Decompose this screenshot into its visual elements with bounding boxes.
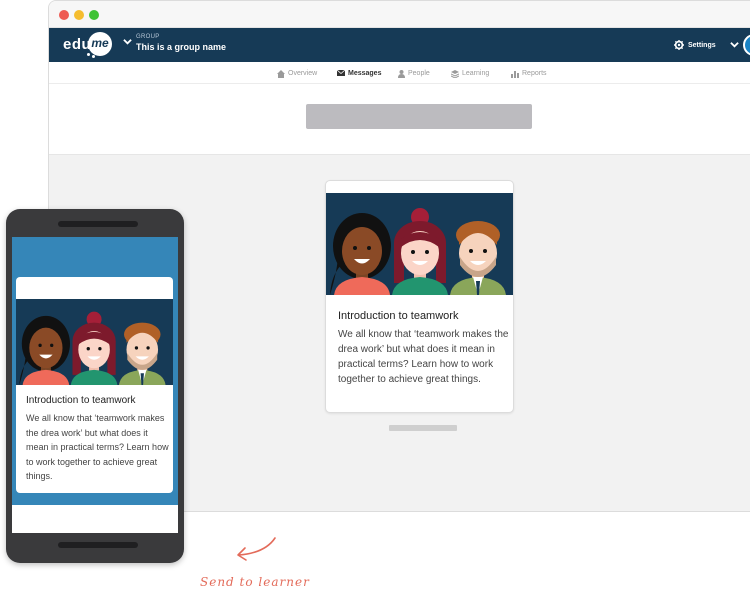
team-illustration [16, 299, 173, 385]
account-chevron-down-icon[interactable] [730, 40, 739, 49]
group-switcher[interactable]: GROUP This is a group name [136, 34, 226, 53]
nav-tabs: Overview Messages People Learning Report… [49, 62, 750, 84]
tab-label: Messages [348, 70, 382, 77]
app-header: edu me GROUP This is a group name Settin… [49, 28, 750, 62]
message-input-placeholder[interactable] [306, 104, 532, 129]
composer-area [49, 84, 750, 155]
phone-screen: Introduction to teamwork We all know tha… [12, 237, 178, 533]
envelope-icon [337, 70, 345, 76]
logo-dots-icon [87, 51, 97, 58]
phone-mockup: Introduction to teamwork We all know tha… [6, 209, 184, 563]
group-chevron-down-icon[interactable] [123, 37, 132, 46]
home-icon [277, 69, 285, 78]
person-icon [398, 69, 405, 78]
tab-label: Learning [462, 70, 490, 77]
tab-overview[interactable]: Overview [277, 68, 317, 79]
mobile-course-card[interactable]: Introduction to teamwork We all know tha… [16, 277, 173, 493]
tab-learning[interactable]: Learning [451, 68, 489, 79]
phone-speaker [58, 221, 138, 227]
send-to-learner-label: Send to learner [200, 575, 310, 589]
stage: edu me GROUP This is a group name Settin… [0, 0, 750, 593]
close-window-button[interactable] [59, 10, 69, 20]
browser-titlebar [49, 1, 750, 28]
gear-icon [674, 40, 684, 50]
settings-label: Settings [688, 41, 716, 49]
settings-button[interactable]: Settings [674, 38, 716, 52]
group-name: This is a group name [136, 42, 227, 52]
minimize-window-button[interactable] [74, 10, 84, 20]
tab-label: People [408, 70, 430, 77]
course-description: We all know that ‘teamwork makes the dre… [338, 329, 509, 385]
stack-icon [451, 69, 459, 78]
tab-label: Reports [522, 70, 547, 77]
tab-label: Overview [288, 70, 318, 77]
maximize-window-button[interactable] [89, 10, 99, 20]
team-illustration [326, 193, 513, 295]
avatar[interactable] [743, 34, 750, 56]
mobile-course-title: Introduction to teamwork [26, 395, 136, 406]
phone-home-bar [58, 542, 138, 548]
app-logo[interactable]: edu me [63, 31, 121, 59]
tab-people[interactable]: People [398, 68, 430, 79]
curved-arrow-icon [237, 537, 276, 561]
course-title: Introduction to teamwork [338, 310, 459, 322]
group-label: GROUP [136, 34, 160, 40]
tab-messages[interactable]: Messages [337, 68, 381, 79]
bar-chart-icon [511, 70, 519, 78]
course-card[interactable]: Introduction to teamwork We all know tha… [325, 180, 514, 413]
tab-reports[interactable]: Reports [511, 68, 547, 79]
mobile-course-description: We all know that ‘teamwork makes the dre… [26, 413, 169, 481]
carousel-indicator[interactable] [389, 425, 457, 431]
